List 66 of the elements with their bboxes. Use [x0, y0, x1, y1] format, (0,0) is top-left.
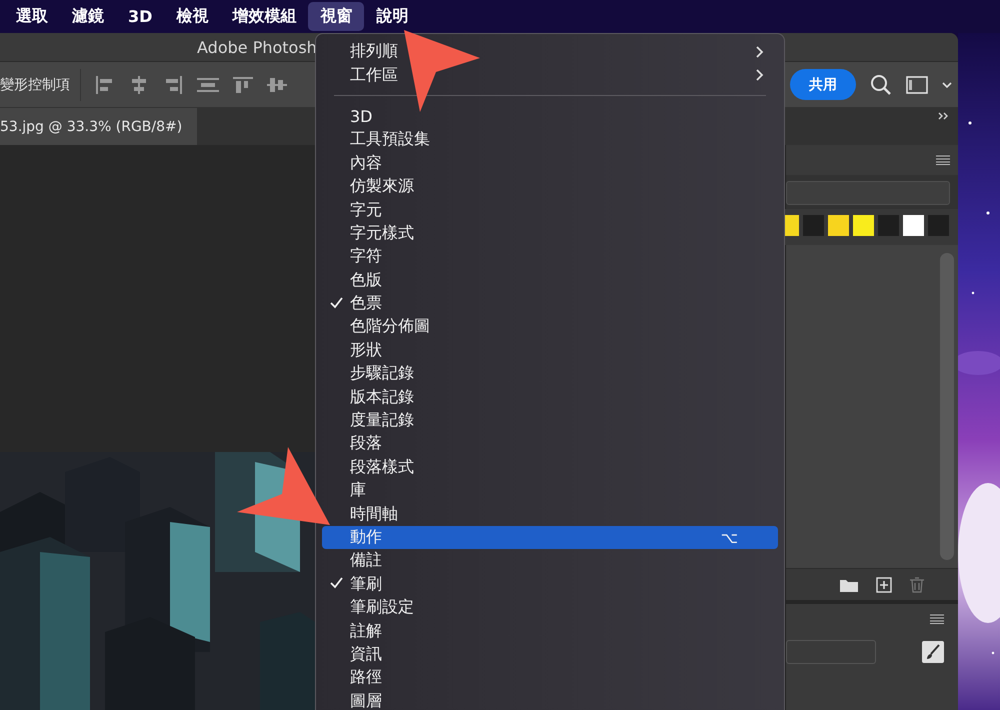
window-title: Adobe Photosh	[197, 38, 317, 56]
menu-item[interactable]: 度量記錄	[322, 408, 778, 432]
chevron-right-icon	[756, 46, 764, 58]
color-swatch[interactable]	[928, 215, 949, 236]
search-icon[interactable]	[870, 74, 892, 96]
menu-item[interactable]: 色票	[322, 292, 778, 316]
input-field[interactable]	[786, 640, 876, 664]
menu-item[interactable]: 筆刷設定	[322, 596, 778, 620]
color-swatch[interactable]	[853, 215, 874, 236]
align-top-icon[interactable]	[233, 76, 253, 94]
menu-item[interactable]: 步驟記錄	[322, 362, 778, 386]
menu-item[interactable]: 段落	[322, 432, 778, 456]
options-label: 變形控制項	[0, 68, 81, 100]
folder-icon[interactable]	[840, 578, 858, 592]
menu-item[interactable]: 排列順	[322, 40, 778, 64]
menu-bar-item[interactable]: 3D	[116, 3, 164, 30]
menu-item[interactable]: 3D	[322, 104, 778, 128]
menu-item[interactable]: 字符	[322, 245, 778, 269]
expand-icon[interactable]	[938, 112, 950, 120]
search-field[interactable]	[786, 181, 950, 205]
menu-item[interactable]: 備註	[322, 549, 778, 573]
align-center-icon[interactable]	[129, 76, 149, 94]
menu-item[interactable]: 庫	[322, 479, 778, 502]
menu-item[interactable]: 工作區	[322, 63, 778, 87]
menu-item[interactable]: 筆刷	[322, 572, 778, 596]
menu-bar-item[interactable]: 檢視	[164, 2, 220, 31]
align-middle-icon[interactable]	[267, 76, 287, 94]
menu-item[interactable]: 字元樣式	[322, 222, 778, 246]
document-tab[interactable]: 53.jpg @ 33.3% (RGB/8#)	[0, 108, 197, 145]
chevron-down-icon[interactable]	[942, 80, 952, 88]
menu-item[interactable]: 圖層	[322, 690, 778, 710]
menu-item[interactable]: 工具預設集	[322, 128, 778, 152]
trash-icon[interactable]	[910, 576, 924, 592]
brush-icon[interactable]	[922, 641, 944, 663]
chevron-right-icon	[756, 69, 764, 82]
menu-item[interactable]: 時間軸	[322, 502, 778, 526]
menu-bar-item[interactable]: 濾鏡	[60, 2, 116, 31]
new-item-icon[interactable]	[876, 576, 892, 592]
menu-item[interactable]: 段落樣式	[322, 456, 778, 480]
menu-item[interactable]: 資訊	[322, 642, 778, 666]
menu-bar-item[interactable]: 說明	[364, 2, 420, 31]
panel-menu-icon[interactable]	[936, 155, 950, 165]
menu-item[interactable]: 註解	[322, 619, 778, 643]
color-swatch[interactable]	[878, 215, 899, 236]
align-left-icon[interactable]	[95, 76, 115, 94]
menu-bar-item[interactable]: 增效模組	[220, 2, 308, 31]
menu-item[interactable]: 仿製來源	[322, 174, 778, 198]
color-swatch[interactable]	[903, 215, 924, 236]
menu-item[interactable]: 色階分佈圖	[322, 315, 778, 339]
panel-menu-icon[interactable]	[930, 614, 944, 624]
menu-item[interactable]: 內容	[322, 152, 778, 175]
distribute-icon[interactable]	[197, 76, 219, 94]
menu-item[interactable]: 形狀	[322, 338, 778, 362]
menu-item[interactable]: 路徑	[322, 666, 778, 690]
share-button[interactable]: 共用	[790, 69, 856, 100]
color-swatch[interactable]	[828, 215, 849, 236]
menu-bar-item[interactable]: 視窗	[308, 2, 364, 31]
workspace-icon[interactable]	[906, 76, 928, 94]
menu-bar-item[interactable]: 選取	[4, 2, 60, 31]
menu-item[interactable]: 動作 ⌥	[322, 526, 778, 550]
menu-item[interactable]: 字元	[322, 198, 778, 222]
color-swatch[interactable]	[803, 215, 824, 236]
menu-item[interactable]: 色版	[322, 268, 778, 292]
scrollbar[interactable]	[940, 253, 954, 560]
menu-item[interactable]: 版本記錄	[322, 385, 778, 409]
align-right-icon[interactable]	[163, 76, 183, 94]
